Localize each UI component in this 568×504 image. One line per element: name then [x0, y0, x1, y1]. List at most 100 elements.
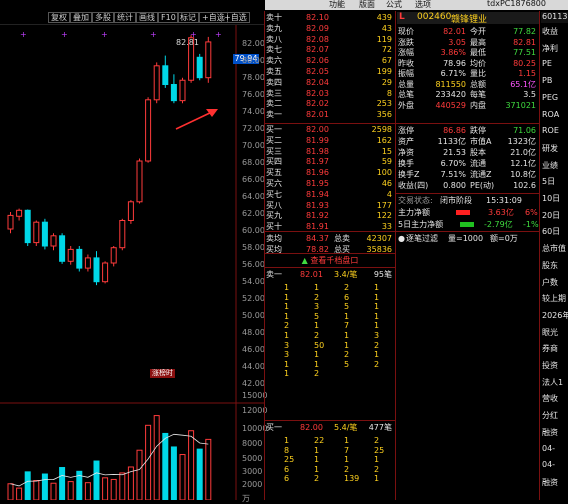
- fund-value: 86.86: [443, 126, 466, 135]
- book-price: 82.06: [306, 56, 329, 66]
- menu-layout[interactable]: 版面: [359, 0, 375, 10]
- volume-bar: [170, 446, 177, 500]
- side-panel-item: ROA: [542, 109, 560, 119]
- signal-marker: +: [20, 30, 27, 39]
- volume-axis-label: 8000: [242, 439, 263, 448]
- book-price: 81.91: [306, 222, 329, 232]
- book-row: 卖九 82.09 43: [266, 23, 394, 34]
- toolbar-adjust[interactable]: 复权: [48, 12, 70, 23]
- book-row: 买四 81.97 59: [266, 156, 394, 167]
- fund-row: 净资 21.53 股本 21.0亿: [398, 147, 538, 158]
- candle-body: [145, 99, 152, 162]
- quote-row: 涨跌 3.05 最高 82.81: [398, 37, 538, 48]
- fund-value: 6.70%: [440, 159, 466, 168]
- side-panel-item: PE: [542, 59, 552, 69]
- candle-body: [33, 221, 40, 244]
- volume-bar: [196, 448, 203, 500]
- quote-value: 233420: [435, 90, 466, 99]
- toolbar-f10[interactable]: F10: [158, 12, 179, 23]
- toolbar-multi[interactable]: 多股: [92, 12, 114, 23]
- volume-axis-label: 5000: [242, 454, 263, 463]
- book-volume: 59: [381, 157, 392, 167]
- quote-label: 今开: [470, 27, 486, 36]
- book-volume: 199: [376, 67, 392, 76]
- quote-label: 总量: [398, 79, 414, 89]
- side-panel-item: 分红: [542, 411, 558, 421]
- book-volume: 122: [376, 211, 392, 221]
- side-panel-item: 融资: [542, 477, 558, 487]
- toolbar-stats[interactable]: 统计: [114, 12, 136, 23]
- candle-body: [110, 247, 117, 264]
- volume-bar: [33, 480, 40, 500]
- level-cell: 1: [374, 474, 380, 484]
- book-label: 买七: [266, 189, 282, 199]
- side-panel-item: PB: [542, 76, 553, 86]
- quote-value: 371021: [505, 100, 536, 110]
- level-count: 95笔: [373, 270, 392, 279]
- volume-bar: [24, 471, 31, 500]
- toolbar-compact[interactable]: 标记: [177, 12, 199, 23]
- level-cell: 1: [284, 369, 290, 379]
- book-volume: 253: [376, 99, 392, 109]
- volume-ma-line: [10, 433, 209, 487]
- toolbar-add-favorite[interactable]: +自选: [221, 12, 250, 23]
- fund-value: 10.8亿: [510, 170, 536, 179]
- quote-value: 6.71%: [440, 69, 466, 78]
- level-grid-row: 12: [266, 368, 394, 379]
- book-label: 买九: [266, 211, 282, 221]
- menu-formula[interactable]: 公式: [386, 0, 402, 10]
- book-volume: 439: [376, 13, 392, 22]
- level-grid-row: 6 2 139 1: [266, 473, 394, 484]
- avg-row: 卖均 84.37 总卖 42307: [266, 233, 394, 244]
- view-thousand-row[interactable]: ▲ 查看千档盘口: [265, 255, 395, 266]
- fund-row: 资产 1133亿 市值A 1323亿: [398, 136, 538, 147]
- kline-chart[interactable]: + + + + + +: [0, 25, 265, 500]
- book-volume: 29: [381, 77, 392, 87]
- toolbar-draw[interactable]: 画线: [136, 12, 158, 23]
- avg-label: 卖均: [266, 234, 282, 243]
- book-price: 82.09: [306, 23, 329, 33]
- book-label: 卖二: [266, 99, 282, 109]
- quote-row: 总量 811550 总额 65.1亿: [398, 79, 538, 90]
- price-axis-label: 78.00: [242, 73, 265, 82]
- avg-total-label: 总卖: [334, 234, 350, 243]
- volume-bar: [136, 449, 143, 500]
- book-label: 卖七: [266, 45, 282, 55]
- book-label: 卖八: [266, 34, 282, 44]
- quote-value: 77.82: [513, 27, 536, 36]
- quote-value: 82.81: [513, 37, 536, 47]
- book-price: 81.92: [306, 211, 329, 221]
- book-row: 买一 82.00 2598: [266, 124, 394, 135]
- volume-bar: [16, 487, 23, 500]
- fund-label: 市值A: [470, 137, 492, 146]
- fund-value: 1133亿: [437, 137, 466, 146]
- menu-options[interactable]: 选项: [415, 0, 431, 10]
- toolbar-overlay[interactable]: 叠加: [70, 12, 92, 23]
- side-panel-item: 股东: [542, 260, 558, 270]
- book-price: 81.96: [306, 168, 329, 178]
- book-price: 82.10: [306, 13, 329, 22]
- volume-bar: [93, 460, 100, 500]
- book-label: 卖六: [266, 56, 282, 66]
- right-code: 60113: [541, 12, 568, 23]
- level-header: 买一 82.00 5.4/笔 477笔: [266, 422, 394, 433]
- fund-value: 12.1亿: [510, 159, 536, 168]
- book-price: 81.93: [306, 200, 329, 210]
- menu-function[interactable]: 功能: [329, 0, 345, 10]
- side-panel-item: 研发: [542, 143, 558, 153]
- fund-label: 净资: [398, 148, 414, 157]
- candle-body: [7, 214, 14, 230]
- side-panel-item: 60日: [542, 227, 561, 237]
- book-price: 81.99: [306, 135, 329, 145]
- volume-bar: [145, 424, 152, 500]
- fund-value: 102.6: [513, 181, 536, 190]
- fund-row: 换手Z 7.51% 流通Z 10.8亿: [398, 169, 538, 180]
- quote-value: 440529: [435, 100, 466, 110]
- volume-bar: [7, 483, 14, 500]
- price-axis-label: 56.00: [242, 260, 265, 269]
- price-axis-label: 82.00: [242, 39, 265, 48]
- candle-body: [50, 235, 57, 247]
- fund-label: 涨停: [398, 126, 414, 135]
- filter-bar[interactable]: ● 逐笔过滤 量=1000 额=0万: [398, 233, 538, 244]
- view-thousand-link[interactable]: 查看千档盘口: [310, 256, 358, 265]
